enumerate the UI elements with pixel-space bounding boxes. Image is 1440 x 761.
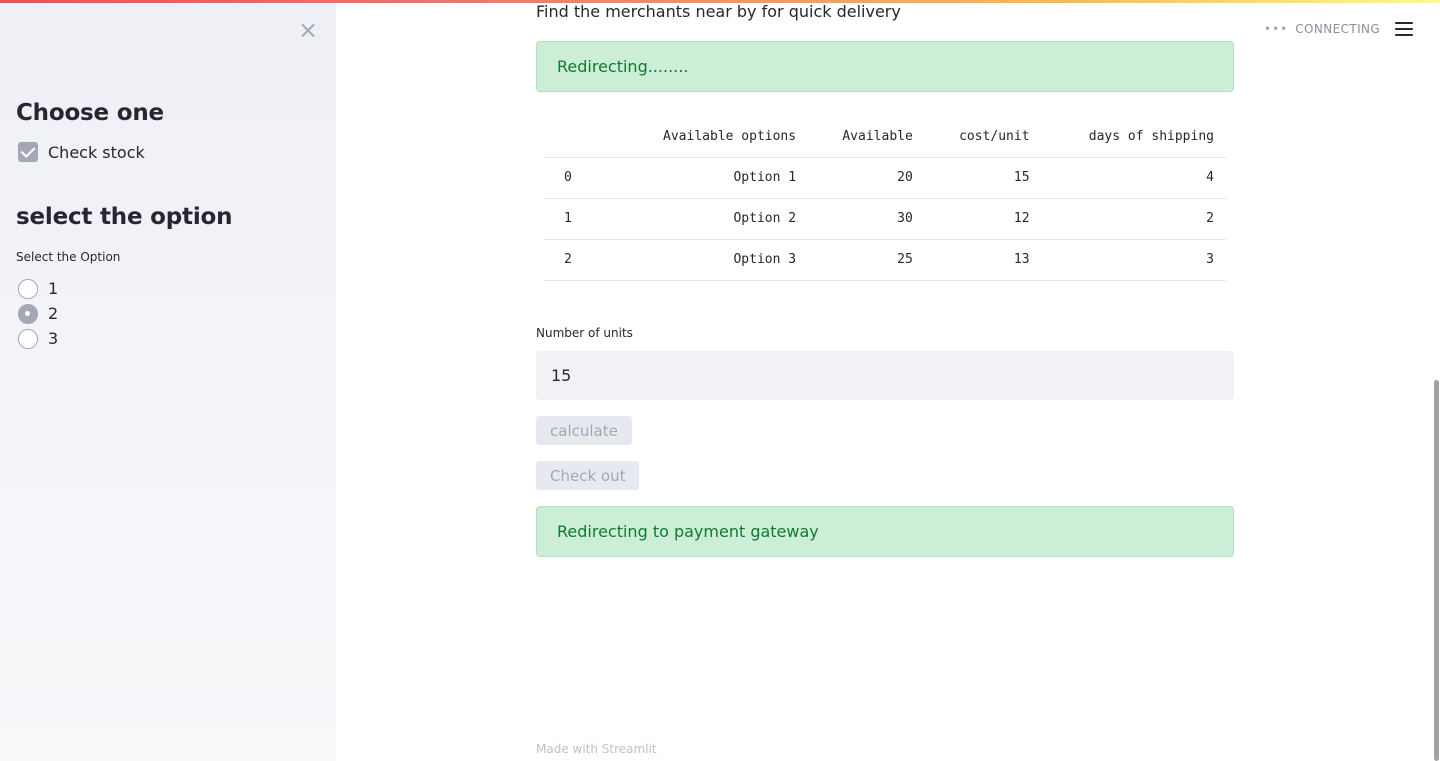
radio-option-2[interactable]: 2 xyxy=(18,301,58,326)
connection-status: ••• CONNECTING xyxy=(1264,22,1380,36)
table-cell: 1 xyxy=(544,198,614,240)
checkout-button[interactable]: Check out xyxy=(536,461,640,490)
check-stock-checkbox[interactable]: Check stock xyxy=(18,141,145,163)
units-number-input[interactable] xyxy=(536,351,1234,400)
radio-group-label: Select the Option xyxy=(16,250,121,264)
radio-option-3[interactable]: 3 xyxy=(18,326,58,351)
page-subtitle: Find the merchants near by for quick del… xyxy=(536,2,901,21)
radio-unselected-icon[interactable] xyxy=(18,278,38,299)
table-cell: 12 xyxy=(924,198,1042,240)
table-header-days-shipping: days of shipping xyxy=(1041,116,1226,158)
checkbox-checked-icon[interactable] xyxy=(18,142,38,162)
table-cell: Option 2 xyxy=(614,198,809,240)
select-option-heading: select the option xyxy=(16,204,233,230)
choose-one-heading: Choose one xyxy=(16,100,164,126)
table-cell: 0 xyxy=(544,157,614,199)
table-cell: 13 xyxy=(924,239,1042,281)
alert-text: Redirecting........ xyxy=(557,57,689,76)
table-cell: 2 xyxy=(544,239,614,281)
table-cell: 3 xyxy=(1041,239,1226,281)
table-header-available-options: Available options xyxy=(614,116,809,158)
table-header-index xyxy=(544,116,614,158)
units-input-label: Number of units xyxy=(536,326,633,340)
radio-option-label: 2 xyxy=(48,304,59,323)
table-cell: Option 3 xyxy=(614,239,809,281)
check-stock-label: Check stock xyxy=(48,142,145,162)
radio-selected-icon[interactable] xyxy=(18,303,38,324)
sidebar: × Choose one Check stock select the opti… xyxy=(0,0,336,761)
status-text: CONNECTING xyxy=(1295,22,1381,36)
radio-unselected-icon[interactable] xyxy=(18,328,38,349)
vertical-scrollbar[interactable] xyxy=(1434,380,1439,761)
calculate-button[interactable]: calculate xyxy=(536,416,632,445)
table-header-cost-unit: cost/unit xyxy=(924,116,1042,158)
option-radio-group: 1 2 3 xyxy=(18,276,58,351)
merchant-options-table: Available options Available cost/unit da… xyxy=(544,116,1226,281)
table-cell: 4 xyxy=(1041,157,1226,199)
success-alert-redirecting: Redirecting........ xyxy=(536,41,1234,92)
table-cell: Option 1 xyxy=(614,157,809,199)
success-alert-payment: Redirecting to payment gateway xyxy=(536,506,1234,557)
table-row: 0 Option 1 20 15 4 xyxy=(544,157,1226,199)
table-row: 2 Option 3 25 13 3 xyxy=(544,239,1226,281)
table-cell: 20 xyxy=(808,157,925,199)
table-header-available: Available xyxy=(808,116,925,158)
radio-option-label: 3 xyxy=(48,329,59,348)
radio-option-1[interactable]: 1 xyxy=(18,276,58,301)
top-decoration-bar xyxy=(0,0,1440,3)
table-cell: 2 xyxy=(1041,198,1226,240)
table-cell: 25 xyxy=(808,239,925,281)
status-dots-icon: ••• xyxy=(1264,22,1289,36)
footer-made-with-streamlit[interactable]: Made with Streamlit xyxy=(536,742,657,756)
close-sidebar-icon[interactable]: × xyxy=(297,18,319,42)
table-cell: 30 xyxy=(808,198,925,240)
radio-option-label: 1 xyxy=(48,279,59,298)
table-row: 1 Option 2 30 12 2 xyxy=(544,198,1226,240)
table-cell: 15 xyxy=(924,157,1042,199)
alert-text: Redirecting to payment gateway xyxy=(557,522,819,541)
table-header-row: Available options Available cost/unit da… xyxy=(544,116,1226,158)
hamburger-menu-icon[interactable] xyxy=(1395,22,1413,38)
